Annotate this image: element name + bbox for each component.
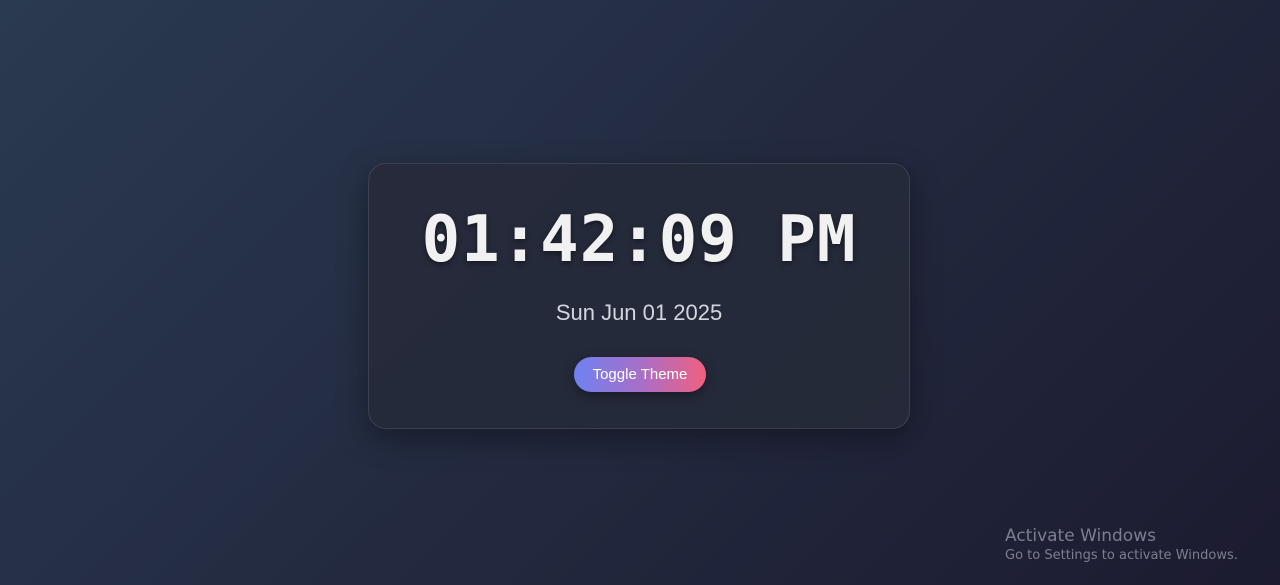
date-display: Sun Jun 01 2025 [555,300,723,325]
activate-windows-watermark: Activate Windows Go to Settings to activ… [1005,525,1238,565]
clock-card: 01:42:09 PM Sun Jun 01 2025 Toggle Theme [368,163,910,429]
toggle-theme-button[interactable]: Toggle Theme [574,357,706,392]
time-display: 01:42:09 PM [421,203,857,277]
watermark-title: Activate Windows [1005,526,1156,546]
watermark-subtitle: Go to Settings to activate Windows. [1005,548,1238,563]
